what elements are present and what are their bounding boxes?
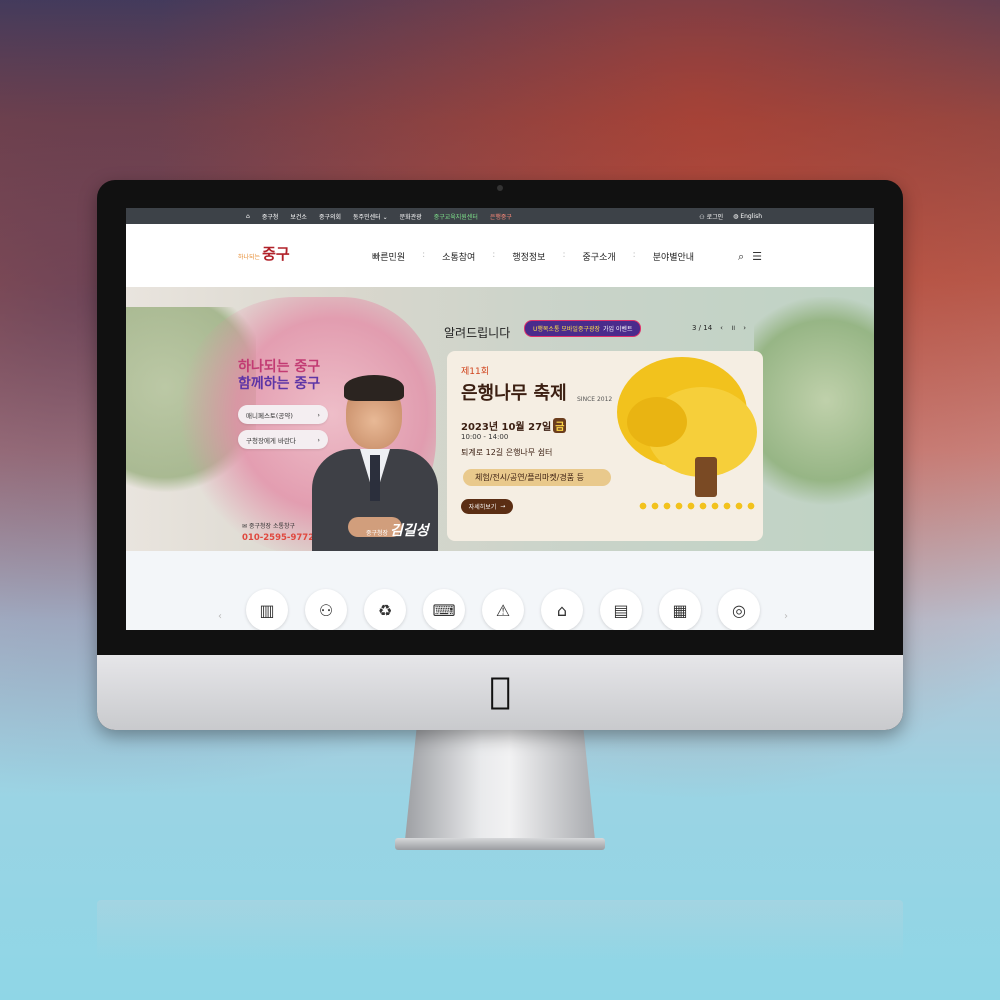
login-link[interactable]: ⚇ 로그인 — [699, 212, 723, 221]
house-icon[interactable]: ⌂ — [541, 589, 583, 630]
hero-slogan: 하나되는 중구 함께하는 중구 — [238, 359, 321, 392]
chevron-down-icon: ⌄ — [382, 213, 388, 221]
ginkgo-tree-illustration — [617, 357, 757, 507]
site-header: 하나되는 중구 빠른민원: 소통참여: 행정정보: 중구소개: 분야별안내 ⌕ ☰ — [126, 224, 874, 288]
people-search-icon[interactable]: ⚇ — [305, 589, 347, 630]
festival-time: 10:00 - 14:00 — [461, 433, 509, 441]
apple-logo-icon:  — [482, 672, 518, 712]
nav-separator: : — [422, 250, 426, 260]
monitor-stand — [405, 730, 595, 840]
nav-separator: : — [562, 250, 566, 260]
english-link[interactable]: ◍ English — [733, 213, 762, 220]
festival-day: 금 — [553, 418, 567, 433]
nav-separator: : — [492, 250, 496, 260]
globe-icon: ◍ — [733, 212, 739, 220]
festival-banner-card[interactable]: 제11회 은행나무 축제 SINCE 2012 2023년 10월 27일 금 1… — [447, 351, 763, 541]
mail-icon: ✉ — [242, 523, 248, 530]
website-screen: ⌂ 중구청 보건소 중구의회 동주민센터 ⌄ 문화관광 중구교육지원센터 은행중… — [126, 208, 874, 630]
topbar-link-ginkgo[interactable]: 은행중구 — [490, 212, 512, 221]
user-icon: ⚇ — [699, 213, 705, 221]
festival-since: SINCE 2012 — [577, 396, 613, 403]
site-logo[interactable]: 하나되는 중구 — [238, 243, 290, 264]
pause-icon[interactable]: ॥ — [731, 324, 735, 333]
camera-icon — [497, 185, 503, 191]
quick-prev-icon[interactable]: ‹ — [218, 611, 222, 622]
festival-place: 퇴계로 12길 은행나무 쉼터 — [461, 448, 553, 457]
nav-quick-civil[interactable]: 빠른민원 — [372, 250, 405, 263]
fallen-leaves-illustration — [637, 501, 757, 511]
festival-date: 2023년 10월 27일 금 — [461, 418, 567, 433]
festival-edition: 제11회 — [461, 367, 490, 377]
mayor-signature: 중구청장 김길성 — [366, 523, 429, 539]
monitor-reflection — [97, 900, 903, 960]
quick-icon-menu: ‹ ▥ ⚇ ♻ ⌨ ⚠ ⌂ ▤ ▦ ◎ › — [126, 551, 874, 630]
nav-field-guide[interactable]: 분야별안내 — [653, 250, 694, 263]
nav-separator: : — [632, 250, 636, 260]
pager-count: 3 / 14 — [692, 324, 713, 332]
desk-worker-icon[interactable]: ⌨ — [423, 589, 465, 630]
building-icon[interactable]: ▥ — [246, 589, 288, 630]
hotline-phone[interactable]: 010-2595-9772 — [242, 533, 314, 543]
document-card-icon[interactable]: ▤ — [600, 589, 642, 630]
car-warning-icon[interactable]: ⚠ — [482, 589, 524, 630]
header-tools: ⌕ ☰ — [738, 250, 762, 264]
topbar-link-junggu[interactable]: 중구청 — [262, 212, 279, 221]
festival-more-button[interactable]: 자세히보기 → — [461, 499, 513, 514]
home-icon: ⌂ — [246, 212, 250, 220]
menu-icon[interactable]: ☰ — [752, 250, 762, 264]
topbar-link-council[interactable]: 중구의회 — [319, 212, 341, 221]
slider-pager: 3 / 14 ‹ ॥ › — [692, 324, 746, 333]
nav-about[interactable]: 중구소개 — [583, 250, 616, 263]
topbar-link-health[interactable]: 보건소 — [290, 212, 307, 221]
background-trees-right — [754, 297, 874, 527]
nav-participation[interactable]: 소통참여 — [442, 250, 475, 263]
topbar-link-community-center[interactable]: 동주민센터 ⌄ — [353, 212, 388, 221]
search-icon[interactable]: ⌕ — [738, 250, 744, 264]
quick-next-icon[interactable]: › — [784, 611, 788, 622]
certificate-icon[interactable]: ◎ — [718, 589, 760, 630]
hero-banner: 하나되는 중구 함께하는 중구 매니페스토(공약) › 구청장에게 바란다 › ✉ … — [126, 287, 874, 551]
festival-name: 은행나무 축제 — [461, 383, 567, 404]
hotline-label: ✉ 중구청장 소통창구 — [242, 523, 296, 530]
monitor-stand-base — [395, 838, 605, 850]
nav-admin-info[interactable]: 행정정보 — [512, 250, 545, 263]
main-navigation: 빠른민원: 소통참여: 행정정보: 중구소개: 분야별안내 — [372, 250, 694, 263]
topbar-link-culture[interactable]: 문화관광 — [400, 212, 422, 221]
arrow-right-icon: → — [500, 503, 506, 510]
next-arrow-icon[interactable]: › — [743, 324, 746, 333]
notice-title: 알려드립니다 — [444, 326, 511, 340]
calculator-icon[interactable]: ▦ — [659, 589, 701, 630]
recycle-bin-icon[interactable]: ♻ — [364, 589, 406, 630]
prev-arrow-icon[interactable]: ‹ — [720, 324, 723, 333]
topbar-link-education[interactable]: 중구교육지원센터 — [434, 212, 478, 221]
festival-program: 체험/전시/공연/플리마켓/경품 등 — [463, 469, 611, 486]
notice-event-badge[interactable]: U행복소통 모바일중구광장 가입 이벤트 — [524, 320, 642, 337]
top-utility-bar: ⌂ 중구청 보건소 중구의회 동주민센터 ⌄ 문화관광 중구교육지원센터 은행중… — [126, 208, 874, 224]
